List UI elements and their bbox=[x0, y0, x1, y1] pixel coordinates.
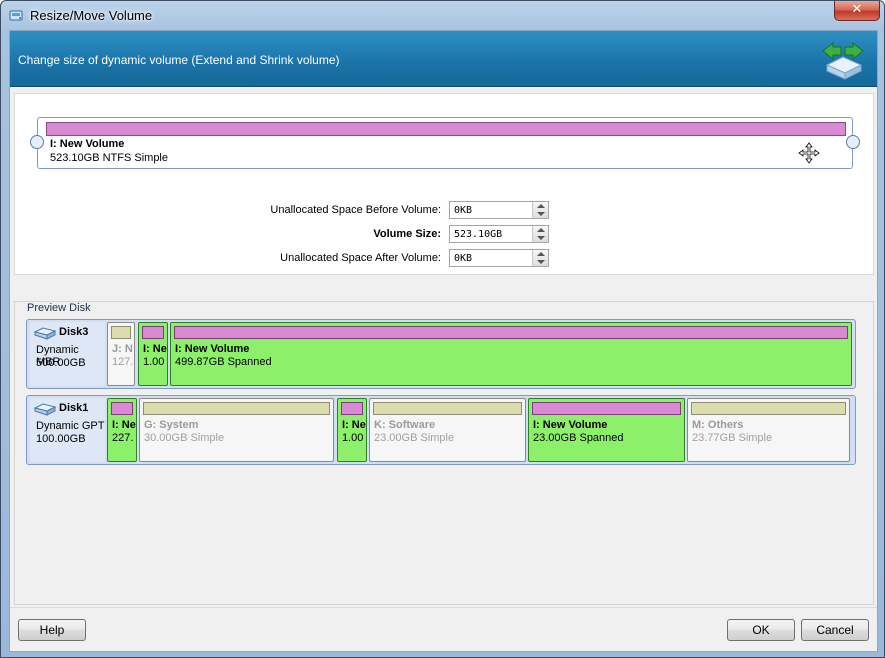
partition-desc: 23.00GB Spanned bbox=[533, 432, 624, 444]
close-button[interactable]: ✕ bbox=[834, 1, 880, 21]
after-label: Unallocated Space After Volume: bbox=[280, 252, 441, 264]
size-value: 523.10GB bbox=[454, 229, 503, 240]
partition-desc: 227. bbox=[112, 432, 134, 444]
partition-bar bbox=[174, 326, 848, 339]
disk-row-disk3[interactable]: Disk3 Dynamic MBR 500.00GB J: N 127. I: … bbox=[26, 319, 856, 389]
partition-bar bbox=[691, 402, 846, 415]
ok-button[interactable]: OK bbox=[727, 619, 795, 641]
before-label: Unallocated Space Before Volume: bbox=[270, 204, 441, 216]
partition-name: G: System bbox=[144, 419, 199, 431]
partition-bar bbox=[373, 402, 522, 415]
disk-info: Disk3 Dynamic MBR 500.00GB bbox=[30, 322, 105, 386]
after-value: 0KB bbox=[454, 253, 473, 264]
spin-up-icon[interactable] bbox=[537, 252, 545, 256]
resize-arrows-icon bbox=[822, 41, 864, 80]
header-band: Change size of dynamic volume (Extend an… bbox=[10, 31, 877, 87]
partition-bar bbox=[111, 326, 131, 339]
window-title: Resize/Move Volume bbox=[30, 8, 153, 23]
partition-bar bbox=[341, 402, 363, 415]
partition-desc: 127. bbox=[112, 356, 134, 368]
partition-desc: 23.00GB Simple bbox=[374, 432, 455, 444]
help-button[interactable]: Help bbox=[18, 619, 86, 641]
partition-k-software[interactable]: K: Software 23.00GB Simple bbox=[369, 398, 526, 462]
header-description: Change size of dynamic volume (Extend an… bbox=[18, 53, 340, 67]
partition-name: K: Software bbox=[374, 419, 436, 431]
dialog-client-area: Change size of dynamic volume (Extend an… bbox=[9, 30, 878, 652]
partition-desc: 1.00 bbox=[342, 432, 364, 444]
disk-name: Disk1 bbox=[59, 402, 89, 414]
move-cursor-icon bbox=[798, 142, 820, 164]
close-icon: ✕ bbox=[851, 2, 863, 17]
size-label: Volume Size: bbox=[373, 228, 441, 240]
partition-desc: 30.00GB Simple bbox=[144, 432, 225, 444]
volume-resize-panel: I: New Volume 523.10GB NTFS Simple Unall… bbox=[14, 93, 874, 275]
spin-down-icon[interactable] bbox=[537, 212, 545, 216]
disk-size: 100.00GB bbox=[36, 433, 86, 445]
partition-i-new-volume[interactable]: I: New Volume 23.00GB Spanned bbox=[528, 398, 685, 462]
before-value: 0KB bbox=[454, 205, 473, 216]
spin-down-icon[interactable] bbox=[537, 236, 545, 240]
right-resize-handle[interactable] bbox=[846, 135, 860, 149]
volume-fill[interactable] bbox=[46, 122, 846, 136]
volume-description: 523.10GB NTFS Simple bbox=[50, 152, 168, 164]
partition-g-system[interactable]: G: System 30.00GB Simple bbox=[139, 398, 334, 462]
partition-name: J: N bbox=[112, 343, 133, 355]
partition-bar bbox=[143, 402, 330, 415]
button-bar: Help OK Cancel bbox=[10, 607, 877, 651]
spin-up-icon[interactable] bbox=[537, 204, 545, 208]
partition-name: I: New Volume bbox=[175, 343, 250, 355]
partition-name: I: Ne bbox=[143, 343, 167, 355]
volume-resize-bar[interactable]: I: New Volume 523.10GB NTFS Simple bbox=[37, 117, 853, 169]
after-spin-arrows[interactable] bbox=[532, 250, 548, 266]
spin-up-icon[interactable] bbox=[537, 228, 545, 232]
partition-m-others[interactable]: M: Others 23.77GB Simple bbox=[687, 398, 850, 462]
partition-i-new-volume[interactable]: I: New Volume 499.87GB Spanned bbox=[170, 322, 852, 386]
partition-name: I: New Volume bbox=[533, 419, 608, 431]
partition-bar bbox=[142, 326, 164, 339]
disk-name: Disk3 bbox=[59, 326, 89, 338]
partition-i-middle[interactable]: I: Ne 1.00 bbox=[337, 398, 367, 462]
disk-info: Disk1 Dynamic GPT 100.00GB bbox=[30, 398, 105, 462]
volume-name: I: New Volume bbox=[50, 138, 125, 150]
partition-name: I: Ne bbox=[112, 419, 136, 431]
hard-disk-icon bbox=[33, 403, 57, 416]
partition-j[interactable]: J: N 127. bbox=[107, 322, 135, 386]
partition-desc: 1.00 bbox=[143, 356, 165, 368]
spin-down-icon[interactable] bbox=[537, 260, 545, 264]
preview-disk-title: Preview Disk bbox=[26, 302, 92, 314]
partition-i-first[interactable]: I: Ne 227. bbox=[107, 398, 137, 462]
disk-row-disk1[interactable]: Disk1 Dynamic GPT 100.00GB I: Ne 227. G:… bbox=[26, 395, 856, 465]
left-resize-handle[interactable] bbox=[30, 135, 44, 149]
partition-bar bbox=[111, 402, 133, 415]
hard-disk-icon bbox=[33, 327, 57, 340]
partition-bar bbox=[532, 402, 681, 415]
disk-type: Dynamic GPT bbox=[36, 420, 105, 432]
disk-size: 500.00GB bbox=[36, 357, 86, 369]
partition-desc: 23.77GB Simple bbox=[692, 432, 773, 444]
before-spin-arrows[interactable] bbox=[532, 202, 548, 218]
cancel-button[interactable]: Cancel bbox=[801, 619, 869, 641]
partition-app-icon bbox=[9, 10, 23, 21]
partition-name: I: Ne bbox=[342, 419, 366, 431]
resize-move-volume-window: Resize/Move Volume ✕ Change size of dyna… bbox=[0, 0, 885, 658]
partition-name: M: Others bbox=[692, 419, 744, 431]
before-spinbox[interactable]: 0KB bbox=[449, 201, 549, 219]
size-spin-arrows[interactable] bbox=[532, 226, 548, 242]
partition-desc: 499.87GB Spanned bbox=[175, 356, 272, 368]
after-spinbox[interactable]: 0KB bbox=[449, 249, 549, 267]
title-bar[interactable]: Resize/Move Volume ✕ bbox=[1, 1, 884, 29]
partition-i-small[interactable]: I: Ne 1.00 bbox=[138, 322, 168, 386]
size-spinbox[interactable]: 523.10GB bbox=[449, 225, 549, 243]
